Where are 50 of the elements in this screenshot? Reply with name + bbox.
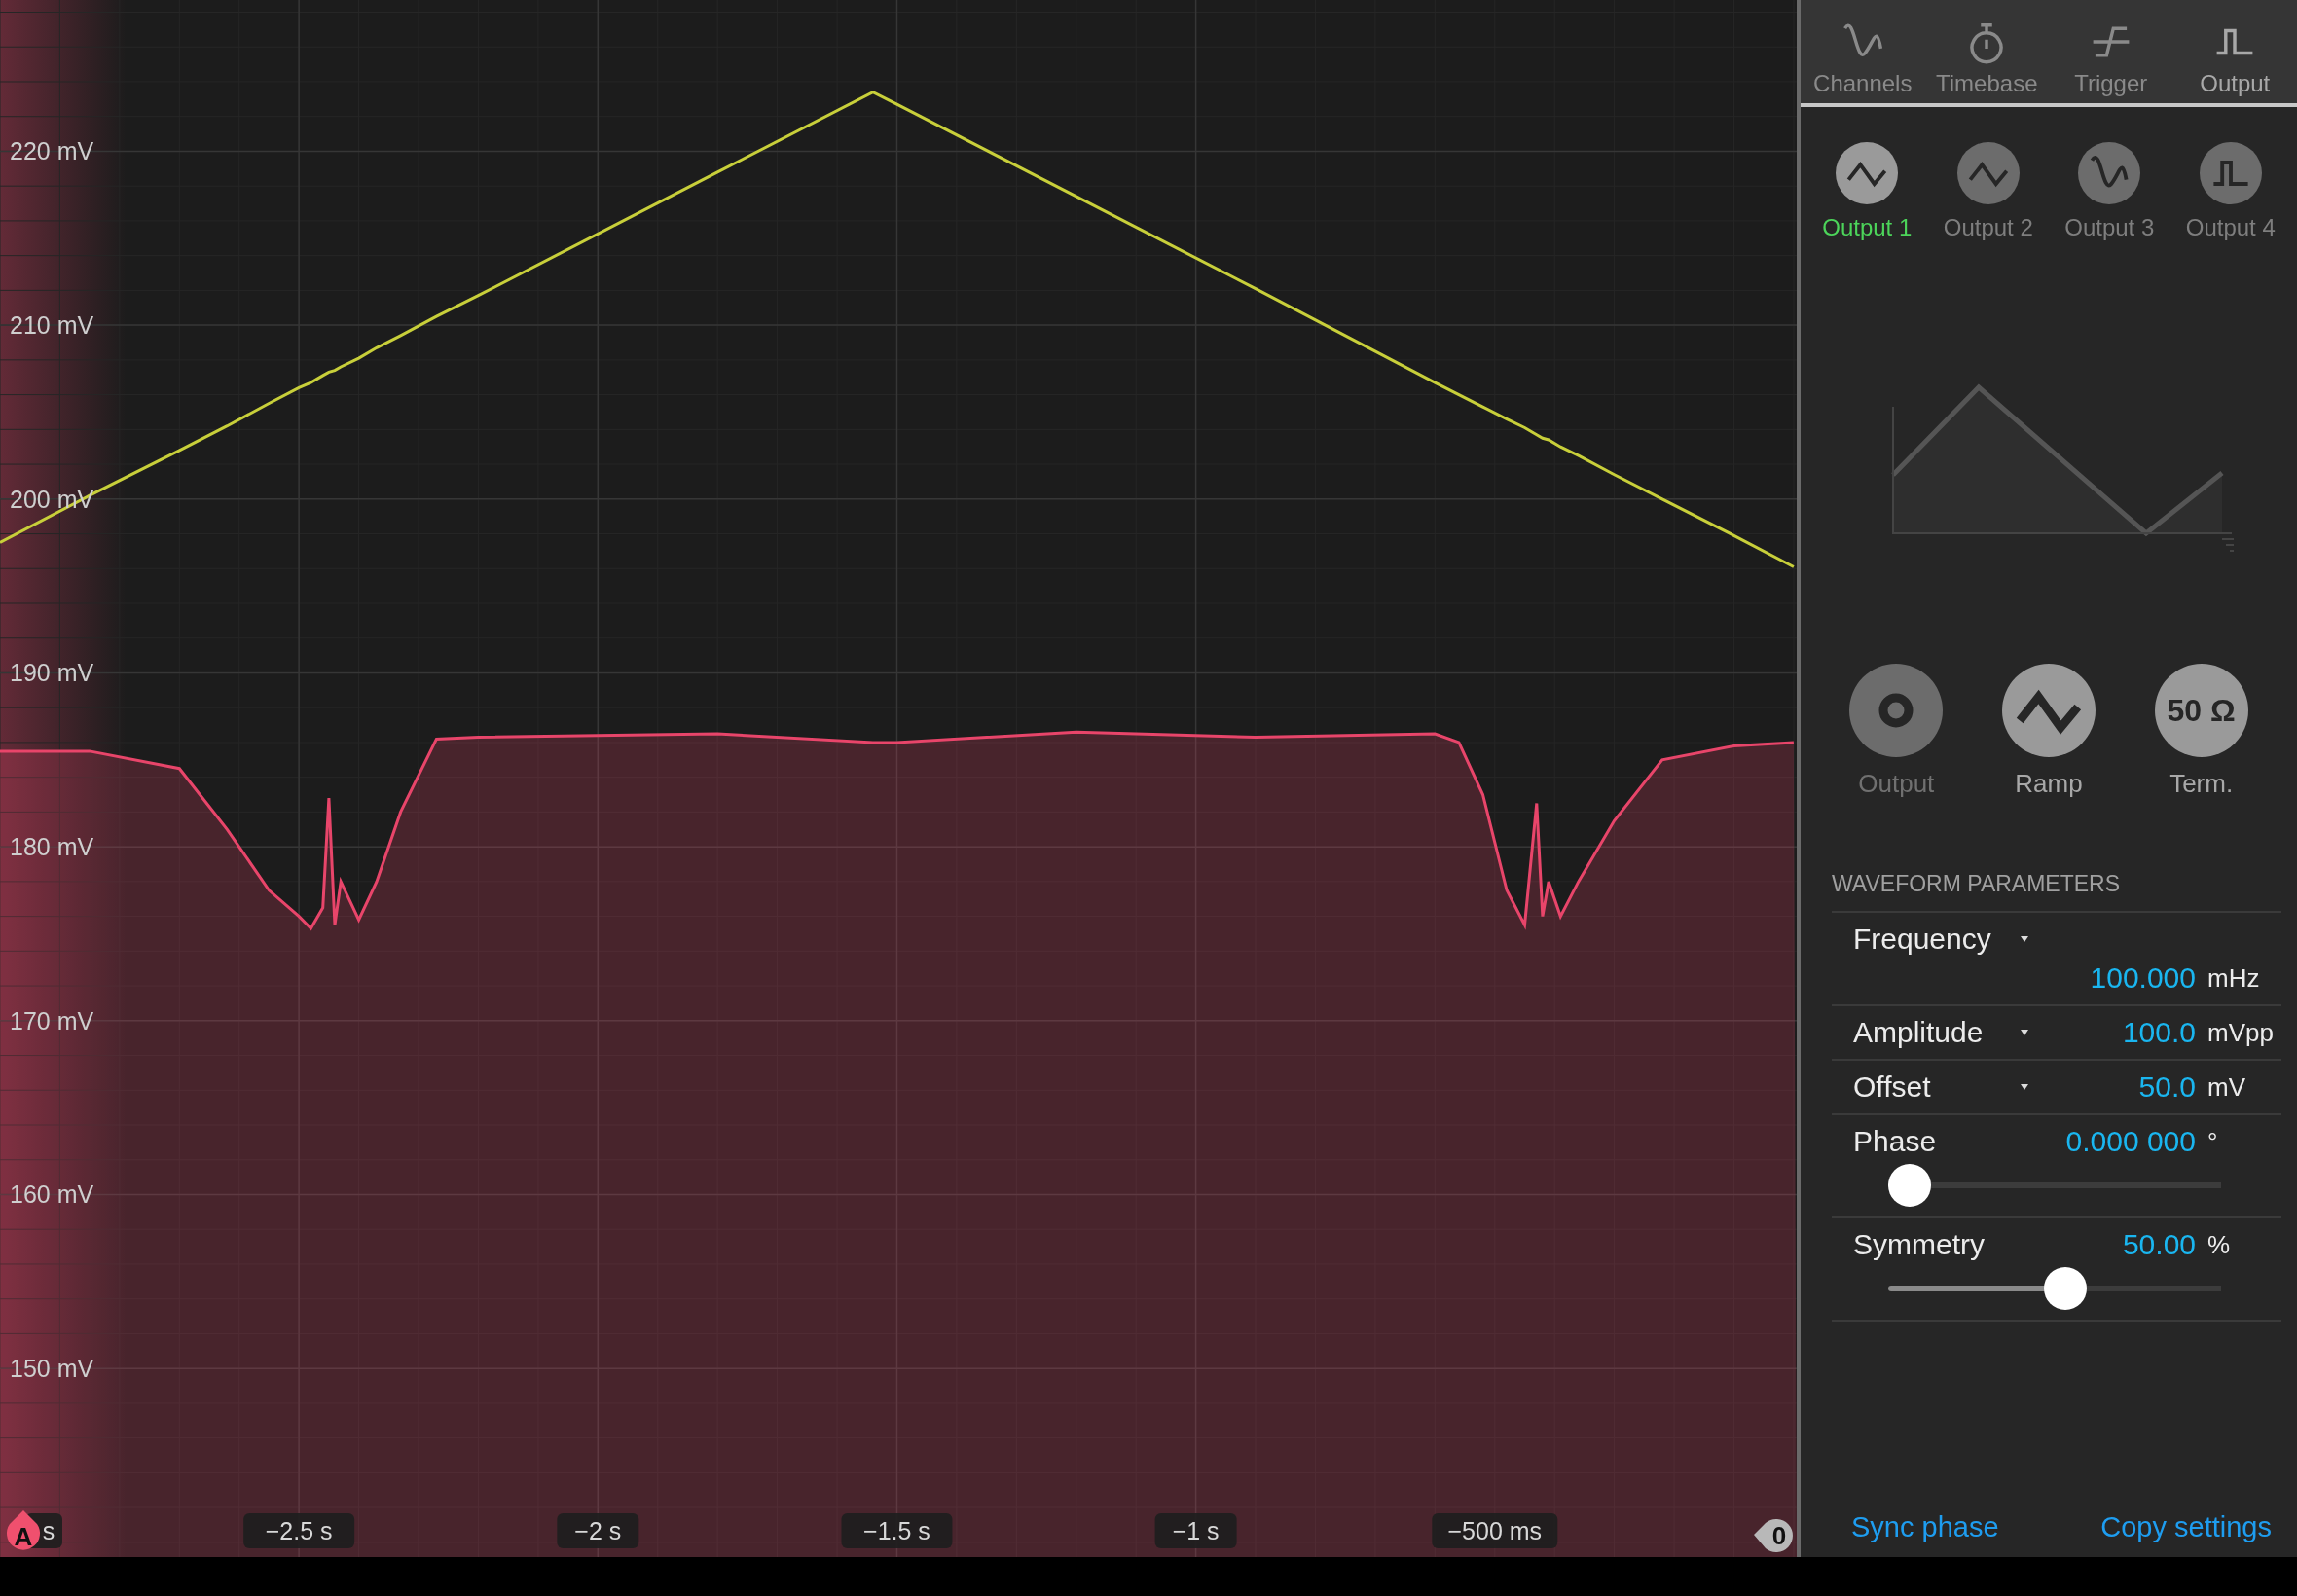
tab[interactable]: Output [2172, 0, 2297, 103]
time-label: −500 ms [1432, 1513, 1558, 1548]
parameter-unit: ° [2206, 1126, 2219, 1157]
output-selector[interactable]: Output 4 [2185, 142, 2276, 241]
slider-thumb[interactable] [2044, 1267, 2087, 1310]
output-selector[interactable]: Output 3 [2064, 142, 2155, 241]
output-selector[interactable]: Output 1 [1822, 142, 1913, 241]
axis-label: 170 mV [10, 1006, 94, 1034]
parameter-label[interactable]: Offset [1853, 1070, 2019, 1104]
parameter-unit: mV [2206, 1071, 2246, 1103]
axis-label: 180 mV [10, 833, 94, 861]
parameter-value[interactable]: 100.0 [2122, 1016, 2196, 1049]
axis-label: 190 mV [10, 659, 94, 687]
caret-icon [2019, 934, 2030, 944]
time-label: −1 s [1154, 1513, 1237, 1548]
caret-icon [2019, 1082, 2030, 1092]
tab[interactable]: Channels [1801, 0, 1925, 103]
time-label: −2 s [557, 1513, 639, 1548]
axis-label: 150 mV [10, 1355, 94, 1383]
parameter-unit: mHz [2206, 962, 2261, 994]
caret-icon [2019, 1028, 2030, 1037]
tab[interactable]: Timebase [1924, 0, 2049, 103]
axis-label: 160 mV [10, 1180, 94, 1209]
parameter-label: Symmetry [1853, 1228, 1986, 1261]
output-selector[interactable]: Output 2 [1943, 142, 2033, 241]
parameter-label: Phase [1853, 1125, 1938, 1158]
parameter-value[interactable]: 50.0 [2138, 1070, 2196, 1104]
parameter-value[interactable]: 100.000 [2090, 961, 2196, 995]
action-link[interactable]: Sync phase [1851, 1511, 1999, 1543]
x-tick-label: −1.5 s [863, 1517, 930, 1544]
action-link[interactable]: Copy settings [2100, 1511, 2272, 1543]
parameter-label[interactable]: Amplitude [1853, 1016, 2019, 1049]
parameter-value[interactable]: 50.00 [2122, 1228, 2196, 1261]
zero-marker[interactable]: 0 [1754, 1519, 1793, 1552]
time-label: −2.5 s [243, 1513, 355, 1548]
x-tick-label: −2 s [574, 1517, 622, 1544]
slider-thumb[interactable] [1888, 1164, 1931, 1207]
x-tick-label: −1 s [1172, 1517, 1220, 1544]
channel-marker[interactable]: A [7, 1510, 40, 1551]
parameter-unit: mVpp [2206, 1017, 2275, 1048]
axis-label: 210 mV [10, 311, 94, 340]
x-tick-label: −2.5 s [265, 1517, 333, 1544]
time-label: −1.5 s [841, 1513, 953, 1548]
axis-label: 220 mV [10, 137, 94, 165]
parameter-unit: % [2206, 1229, 2232, 1260]
section-title: WAVEFORM PARAMETERS [1832, 871, 2122, 898]
parameter-label[interactable]: Frequency [1853, 923, 2019, 956]
tab[interactable]: Trigger [2049, 0, 2173, 103]
parameter-value[interactable]: 0.000 000 [2065, 1125, 2196, 1158]
ohm-symbol: 50 Ω [2167, 692, 2236, 729]
